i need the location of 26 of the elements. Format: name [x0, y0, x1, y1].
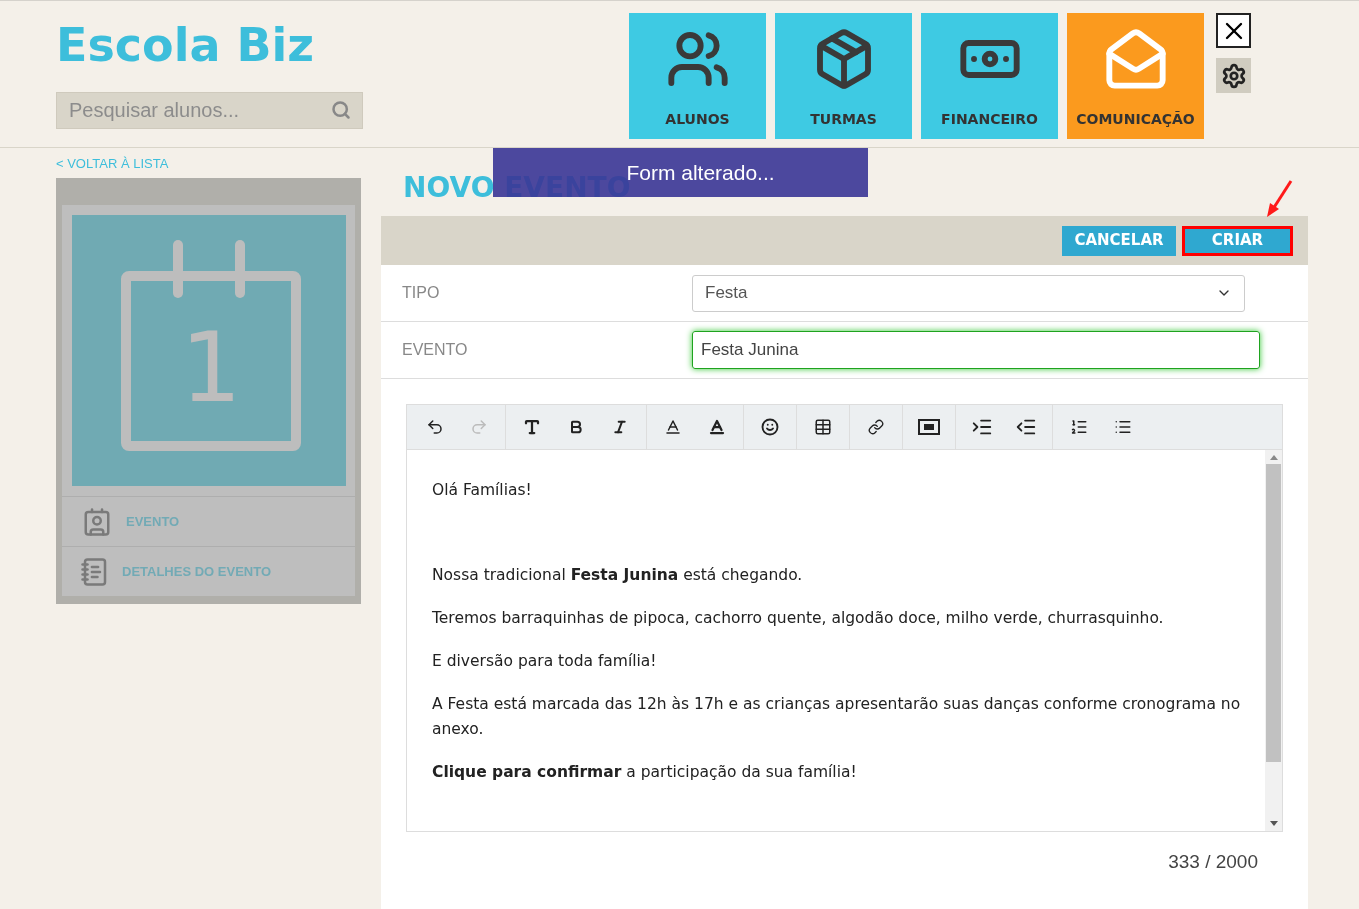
nav-tile[interactable]: COMUNICAÇÃO	[1067, 13, 1204, 139]
editor-paragraph: Nossa tradicional Festa Junina está chegando.	[432, 565, 804, 586]
nav-tile[interactable]: FINANCEIRO	[921, 13, 1058, 139]
editor-paragraph: Olá Famílias!	[432, 480, 533, 501]
event-name-input[interactable]: Festa Junina	[692, 331, 1260, 369]
field-label: EVENTO	[402, 340, 469, 360]
settings-button[interactable]	[1216, 58, 1251, 93]
scrollbar[interactable]	[1265, 450, 1282, 831]
scroll-up-icon[interactable]	[1269, 454, 1278, 460]
field-label: TIPO	[402, 283, 441, 303]
search-field[interactable]: Pesquisar alunos...	[56, 92, 363, 129]
close-button[interactable]	[1216, 13, 1251, 48]
logo: Escola Biz	[56, 17, 315, 74]
nav-tile[interactable]: TURMAS	[775, 13, 912, 139]
editor-paragraph: A Festa está marcada das 12h às 17h e as crianças apresentarão suas danças conforme cronograma no anexo.	[432, 694, 1242, 740]
nav-tile[interactable]: ALUNOS	[629, 13, 766, 139]
arrow-icon	[1266, 179, 1294, 219]
envelope-icon	[1103, 27, 1168, 91]
editor-paragraph: Clique para confirmar a participação da sua família!	[432, 762, 858, 783]
calendar-icon: 1	[72, 215, 346, 486]
type-select[interactable]: Festa	[692, 274, 1245, 312]
scroll-down-icon[interactable]	[1269, 821, 1278, 827]
character-counter: 333 / 2000	[1168, 850, 1258, 874]
gear-icon	[1220, 62, 1247, 89]
editor-paragraph: E diversão para toda família!	[432, 651, 658, 672]
editor-paragraph: Teremos barraquinhas de pipoca, cachorro quente, algodão doce, milho verde, churrasquinho.	[432, 608, 1165, 629]
